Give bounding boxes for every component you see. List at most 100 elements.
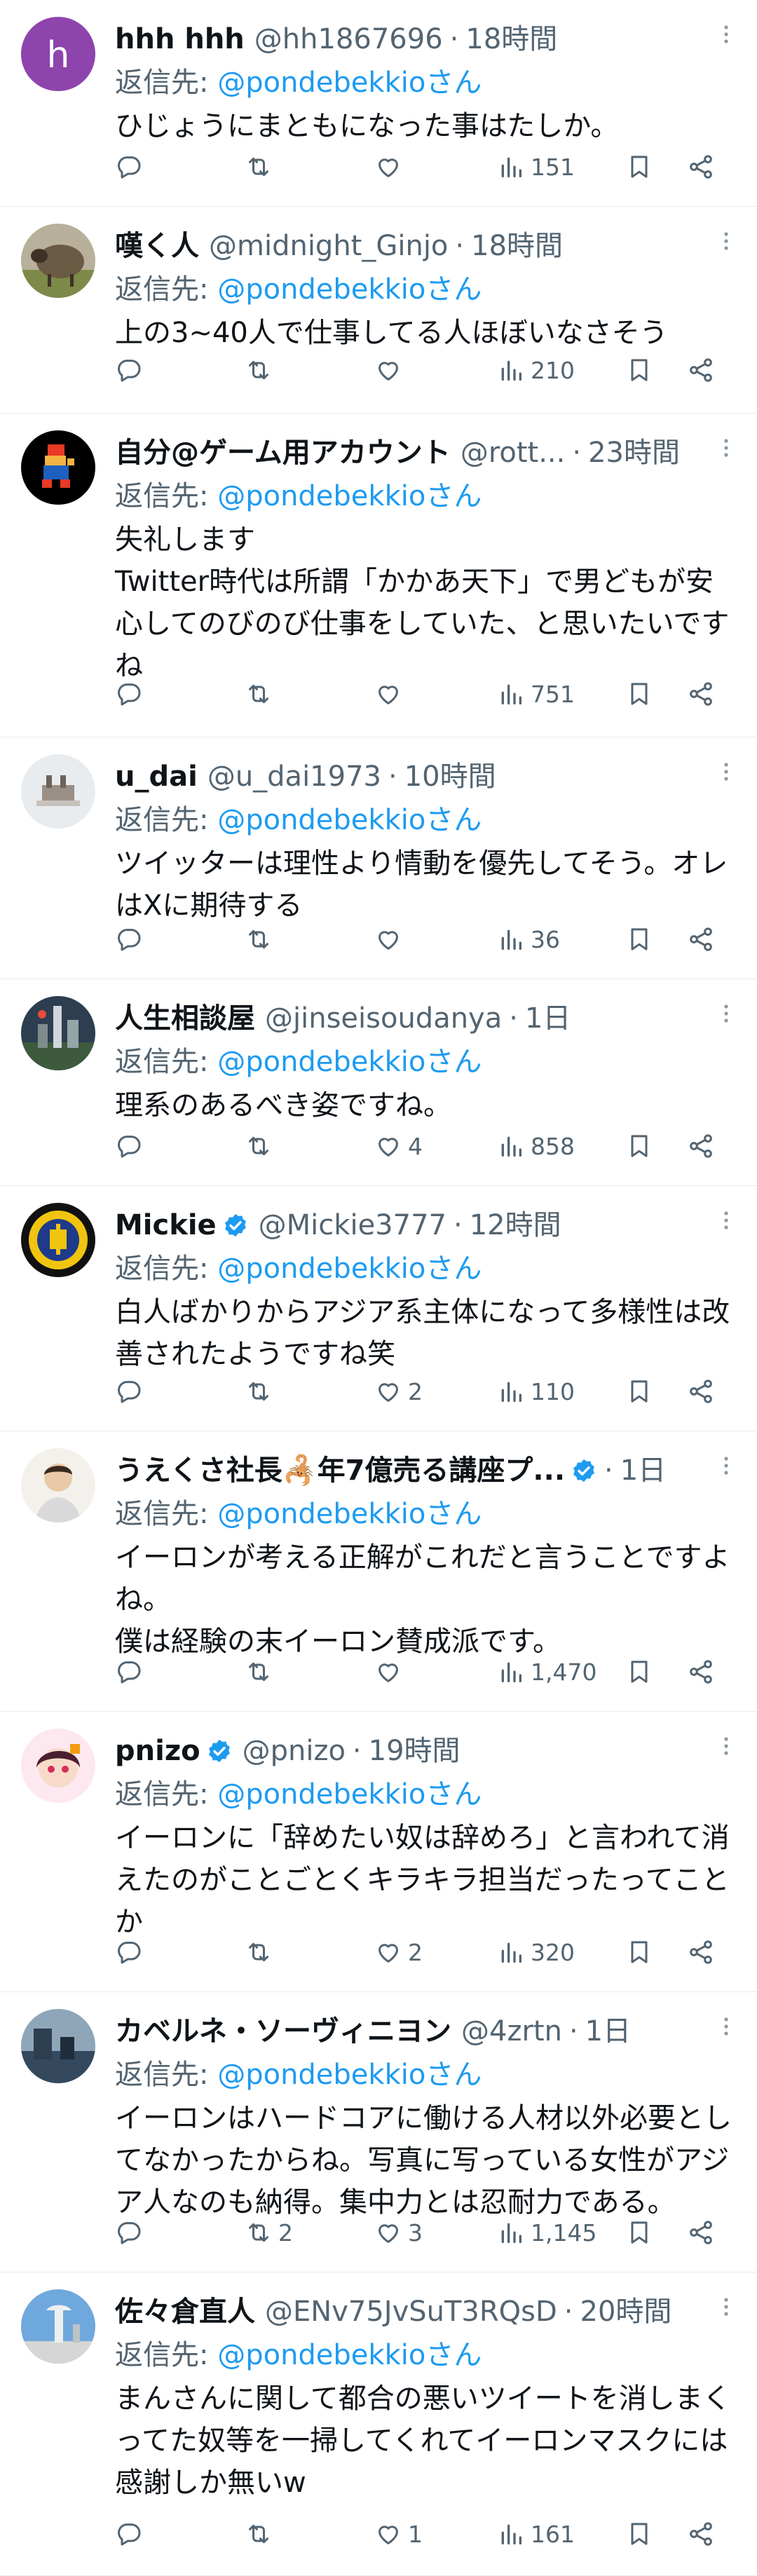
timestamp[interactable]: 1日 — [585, 2009, 631, 2054]
more-options-icon[interactable] — [712, 22, 740, 57]
avatar[interactable] — [21, 1729, 95, 1803]
display-name[interactable]: hhh hhh — [115, 17, 245, 62]
views-button[interactable]: 161 — [497, 2520, 575, 2548]
reply-tweet[interactable]: h hhh hhh @hh1867696 · 18時間 返信先: @pondeb… — [0, 0, 757, 207]
user-handle[interactable]: @midnight_Ginjo — [209, 224, 448, 268]
retweet-button[interactable] — [245, 1658, 278, 1686]
retweet-button[interactable] — [245, 1938, 278, 1966]
reply-button[interactable] — [115, 2520, 149, 2548]
more-options-icon[interactable] — [712, 1454, 740, 1489]
reply-tweet[interactable]: 人生相談屋 @jinseisoudanya · 1日 返信先: @pondebe… — [0, 979, 757, 1186]
bookmark-button[interactable] — [625, 1938, 653, 1966]
user-handle[interactable]: @jinseisoudanya — [265, 996, 502, 1041]
user-handle[interactable]: @rott... — [461, 430, 566, 475]
timestamp[interactable]: 1日 — [620, 1448, 666, 1493]
retweet-button[interactable] — [245, 1132, 278, 1160]
replying-to-handle[interactable]: @pondebekkioさん — [217, 1046, 482, 1078]
timestamp[interactable]: 19時間 — [369, 1729, 461, 1773]
replying-to-handle[interactable]: @pondebekkioさん — [217, 1253, 482, 1285]
timestamp[interactable]: 23時間 — [588, 430, 680, 475]
like-button[interactable]: 4 — [374, 1132, 423, 1160]
views-button[interactable]: 36 — [497, 925, 560, 953]
share-button[interactable] — [687, 356, 715, 384]
reply-button[interactable] — [115, 1658, 149, 1686]
more-options-icon[interactable] — [712, 1002, 740, 1037]
bookmark-button[interactable] — [625, 153, 653, 181]
bookmark-button[interactable] — [625, 680, 653, 708]
share-button[interactable] — [687, 153, 715, 181]
user-handle[interactable]: @ENv75JvSuT3RQsD — [265, 2289, 557, 2334]
replying-to-handle[interactable]: @pondebekkioさん — [217, 480, 482, 512]
reply-button[interactable] — [115, 680, 149, 708]
like-button[interactable]: 3 — [374, 2219, 423, 2247]
more-options-icon[interactable] — [712, 760, 740, 795]
views-button[interactable]: 210 — [497, 356, 575, 384]
views-button[interactable]: 1,145 — [497, 2219, 596, 2247]
retweet-button[interactable] — [245, 153, 278, 181]
user-handle[interactable]: @Mickie3777 — [259, 1203, 446, 1248]
user-handle[interactable]: @4zrtn — [461, 2009, 562, 2054]
replying-to-handle[interactable]: @pondebekkioさん — [217, 2339, 482, 2371]
replying-to-handle[interactable]: @pondebekkioさん — [217, 2059, 482, 2091]
reply-button[interactable] — [115, 1938, 149, 1966]
reply-button[interactable] — [115, 1377, 149, 1405]
replying-to-handle[interactable]: @pondebekkioさん — [217, 1498, 482, 1530]
more-options-icon[interactable] — [712, 1734, 740, 1769]
timestamp[interactable]: 18時間 — [471, 224, 563, 268]
like-button[interactable]: 2 — [374, 1377, 423, 1405]
views-button[interactable]: 1,470 — [497, 1658, 596, 1686]
display-name[interactable]: うえくさ社長🦂年7億売る講座プ... — [115, 1448, 565, 1493]
reply-button[interactable] — [115, 1132, 149, 1160]
replying-to-handle[interactable]: @pondebekkioさん — [217, 804, 482, 836]
retweet-button[interactable] — [245, 2520, 278, 2548]
display-name[interactable]: Mickie — [115, 1203, 217, 1248]
more-options-icon[interactable] — [712, 2295, 740, 2330]
display-name[interactable]: u_dai — [115, 754, 198, 799]
display-name[interactable]: pnizo — [115, 1729, 200, 1773]
views-button[interactable]: 858 — [497, 1132, 575, 1160]
user-handle[interactable]: @pnizo — [243, 1729, 346, 1773]
bookmark-button[interactable] — [625, 1658, 653, 1686]
like-button[interactable] — [374, 925, 408, 953]
views-button[interactable]: 110 — [497, 1377, 575, 1405]
user-handle[interactable]: @hh1867696 — [254, 17, 443, 62]
reply-button[interactable] — [115, 356, 149, 384]
display-name[interactable]: 人生相談屋 — [115, 996, 255, 1041]
reply-button[interactable] — [115, 925, 149, 953]
reply-tweet[interactable]: 佐々倉直人 @ENv75JvSuT3RQsD · 20時間 返信先: @pond… — [0, 2272, 757, 2576]
retweet-button[interactable]: 2 — [245, 2219, 293, 2247]
reply-tweet[interactable]: pnizo @pnizo · 19時間 返信先: @pondebekkioさん … — [0, 1712, 757, 1992]
bookmark-button[interactable] — [625, 925, 653, 953]
share-button[interactable] — [687, 2219, 715, 2247]
views-button[interactable]: 751 — [497, 680, 575, 708]
retweet-button[interactable] — [245, 680, 278, 708]
like-button[interactable] — [374, 153, 408, 181]
reply-button[interactable] — [115, 153, 149, 181]
bookmark-button[interactable] — [625, 1132, 653, 1160]
views-button[interactable]: 320 — [497, 1938, 575, 1966]
replying-to-handle[interactable]: @pondebekkioさん — [217, 273, 482, 306]
share-button[interactable] — [687, 680, 715, 708]
share-button[interactable] — [687, 1377, 715, 1405]
reply-tweet[interactable]: カベルネ・ソーヴィニヨン @4zrtn · 1日 返信先: @pondebekk… — [0, 1992, 757, 2272]
like-button[interactable]: 2 — [374, 1938, 423, 1966]
avatar[interactable] — [21, 430, 95, 505]
avatar[interactable] — [21, 1448, 95, 1522]
reply-tweet[interactable]: 自分@ゲーム用アカウント @rott... · 23時間 返信先: @ponde… — [0, 414, 757, 737]
like-button[interactable] — [374, 356, 408, 384]
avatar[interactable] — [21, 2289, 95, 2364]
timestamp[interactable]: 10時間 — [404, 754, 496, 799]
replying-to-handle[interactable]: @pondebekkioさん — [217, 67, 482, 99]
timestamp[interactable]: 12時間 — [470, 1203, 561, 1248]
views-button[interactable]: 151 — [497, 153, 575, 181]
more-options-icon[interactable] — [712, 1208, 740, 1243]
bookmark-button[interactable] — [625, 1377, 653, 1405]
avatar[interactable] — [21, 2009, 95, 2083]
more-options-icon[interactable] — [712, 436, 740, 471]
reply-tweet[interactable]: 嘆く人 @midnight_Ginjo · 18時間 返信先: @pondebe… — [0, 207, 757, 414]
avatar[interactable] — [21, 224, 95, 298]
reply-tweet[interactable]: うえくさ社長🦂年7億売る講座プ... · 1日 返信先: @pondebekki… — [0, 1431, 757, 1712]
like-button[interactable] — [374, 1658, 408, 1686]
more-options-icon[interactable] — [712, 229, 740, 264]
display-name[interactable]: カベルネ・ソーヴィニヨン — [115, 2009, 451, 2054]
